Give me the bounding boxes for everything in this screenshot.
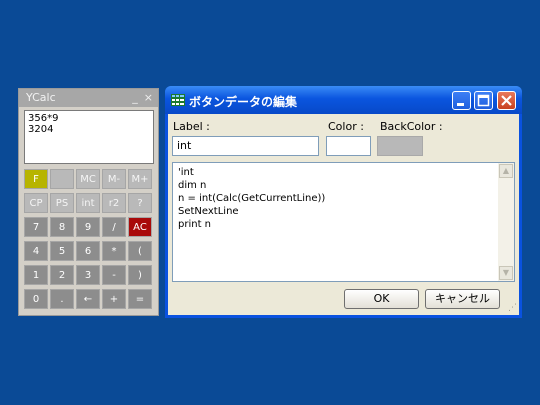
calc-key[interactable]: M- [102, 169, 126, 189]
calc-key[interactable]: / [102, 217, 126, 237]
maximize-icon [477, 94, 490, 107]
minimize-button[interactable] [452, 91, 471, 110]
minimize-icon [457, 103, 464, 106]
code-line: 'int [178, 167, 194, 178]
code-line: dim n [178, 180, 207, 191]
ycalc-title: YCalc [26, 91, 56, 104]
calc-key[interactable]: PS [50, 193, 74, 213]
minimize-icon[interactable]: _ [132, 89, 138, 107]
label-caption: Label : [173, 120, 210, 133]
code-text: 'int dim n n = int(Calc(GetCurrentLine)) Se… [178, 166, 325, 231]
code-line: n = int(Calc(GetCurrentLine)) [178, 193, 326, 204]
cancel-button[interactable]: キャンセル [425, 289, 500, 309]
code-line: print n [178, 219, 212, 230]
calc-key[interactable]: 8 [50, 217, 74, 237]
resize-grip-icon[interactable]: ⋰ [508, 303, 517, 313]
calc-key[interactable]: = [128, 289, 152, 309]
calc-key[interactable]: ( [128, 241, 152, 261]
close-button[interactable] [497, 91, 516, 110]
calc-key[interactable]: 1 [24, 265, 48, 285]
ycalc-window: YCalc _ × 356*9 3204 F MC M- M+ CP PS int r2? 7 8… [18, 88, 159, 316]
backcolor-caption: BackColor : [380, 120, 443, 133]
calc-key[interactable]: . [50, 289, 74, 309]
color-caption: Color : [328, 120, 364, 133]
close-icon[interactable]: × [144, 89, 153, 107]
code-line: SetNextLine [178, 206, 239, 217]
calc-key[interactable]: 9 [76, 217, 100, 237]
calc-key[interactable]: - [102, 265, 126, 285]
calc-key[interactable]: M+ [128, 169, 152, 189]
calc-display[interactable]: 356*9 3204 [24, 110, 154, 164]
close-icon [501, 95, 512, 106]
calc-key[interactable]: 0 [24, 289, 48, 309]
calc-key[interactable]: * [102, 241, 126, 261]
ycalc-titlebar[interactable]: YCalc _ × [19, 89, 158, 107]
calc-key[interactable]: CP [24, 193, 48, 213]
calc-key[interactable]: F [24, 169, 48, 189]
calc-key[interactable]: + [102, 289, 126, 309]
maximize-button[interactable] [474, 91, 493, 110]
calc-key[interactable]: 7 [24, 217, 48, 237]
calc-key[interactable]: int [76, 193, 100, 213]
backcolor-swatch[interactable] [377, 136, 423, 156]
code-editor[interactable]: 'int dim n n = int(Calc(GetCurrentLine)) Se… [172, 162, 515, 282]
calc-key[interactable]: 4 [24, 241, 48, 261]
calc-key[interactable]: 6 [76, 241, 100, 261]
display-line-expression: 356*9 [28, 113, 59, 124]
grid-app-icon [171, 94, 185, 106]
label-input[interactable]: int [172, 136, 319, 156]
dialog-client-area: Label : Color : BackColor : int 'int dim … [168, 114, 519, 315]
calc-key[interactable]: AC [128, 217, 152, 237]
display-line-result: 3204 [28, 124, 54, 135]
calc-key[interactable]: 5 [50, 241, 74, 261]
dialog-titlebar[interactable]: ボタンデータの編集 [165, 86, 522, 114]
color-swatch[interactable] [326, 136, 371, 156]
dialog-title: ボタンデータの編集 [189, 95, 298, 109]
calc-key[interactable]: MC [76, 169, 100, 189]
calc-key[interactable]: 2 [50, 265, 74, 285]
calc-key[interactable]: ? [128, 193, 152, 213]
calc-key[interactable]: ← [76, 289, 100, 309]
ok-button[interactable]: OK [344, 289, 419, 309]
scroll-up-icon[interactable]: ▲ [499, 164, 513, 178]
calc-key[interactable] [50, 169, 74, 189]
vertical-scrollbar[interactable]: ▲ ▼ [498, 163, 514, 281]
calc-key[interactable]: ) [128, 265, 152, 285]
edit-button-dialog: ボタンデータの編集 Label : Color : BackColor : in… [165, 86, 522, 318]
calc-key[interactable]: r2 [102, 193, 126, 213]
calc-key[interactable]: 3 [76, 265, 100, 285]
scroll-down-icon[interactable]: ▼ [499, 266, 513, 280]
